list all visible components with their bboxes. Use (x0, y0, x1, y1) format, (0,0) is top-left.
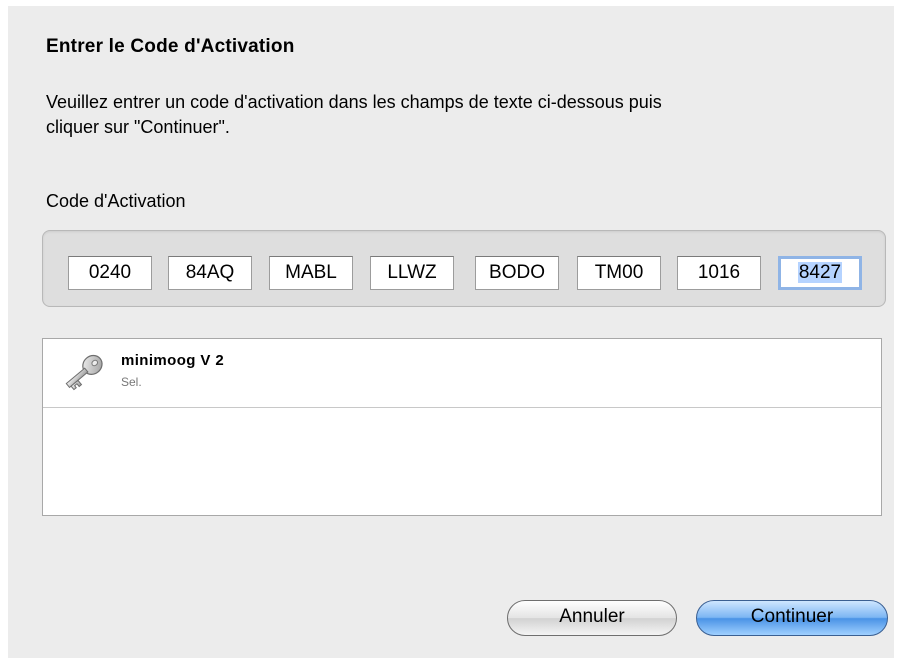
selected-text: 8427 (797, 262, 843, 283)
activation-dialog: Entrer le Code d'Activation Veuillez ent… (8, 6, 894, 658)
list-item[interactable]: minimoog V 2 Sel. (43, 339, 881, 408)
product-list[interactable]: minimoog V 2 Sel. (42, 338, 882, 516)
code-field-7[interactable]: 1016 (677, 256, 761, 290)
code-field-1[interactable]: 0240 (68, 256, 152, 290)
dialog-title: Entrer le Code d'Activation (46, 36, 295, 57)
instructions-text: Veuillez entrer un code d'activation dan… (46, 92, 662, 137)
cancel-button[interactable]: Annuler (507, 600, 677, 636)
code-field-2[interactable]: 84AQ (168, 256, 252, 290)
code-field-3[interactable]: MABL (269, 256, 353, 290)
product-name: minimoog V 2 (121, 352, 225, 369)
code-field-5[interactable]: BODO (475, 256, 559, 290)
activation-code-label: Code d'Activation (46, 191, 186, 211)
key-icon (65, 354, 103, 391)
code-field-8[interactable]: 8427 (778, 256, 862, 290)
code-field-4[interactable]: LLWZ (370, 256, 454, 290)
activation-code-group: 0240 84AQ MABL LLWZ BODO TM00 1016 8427 (42, 230, 886, 307)
continue-button[interactable]: Continuer (696, 600, 888, 636)
product-subtitle: Sel. (121, 375, 142, 389)
code-field-6[interactable]: TM00 (577, 256, 661, 290)
